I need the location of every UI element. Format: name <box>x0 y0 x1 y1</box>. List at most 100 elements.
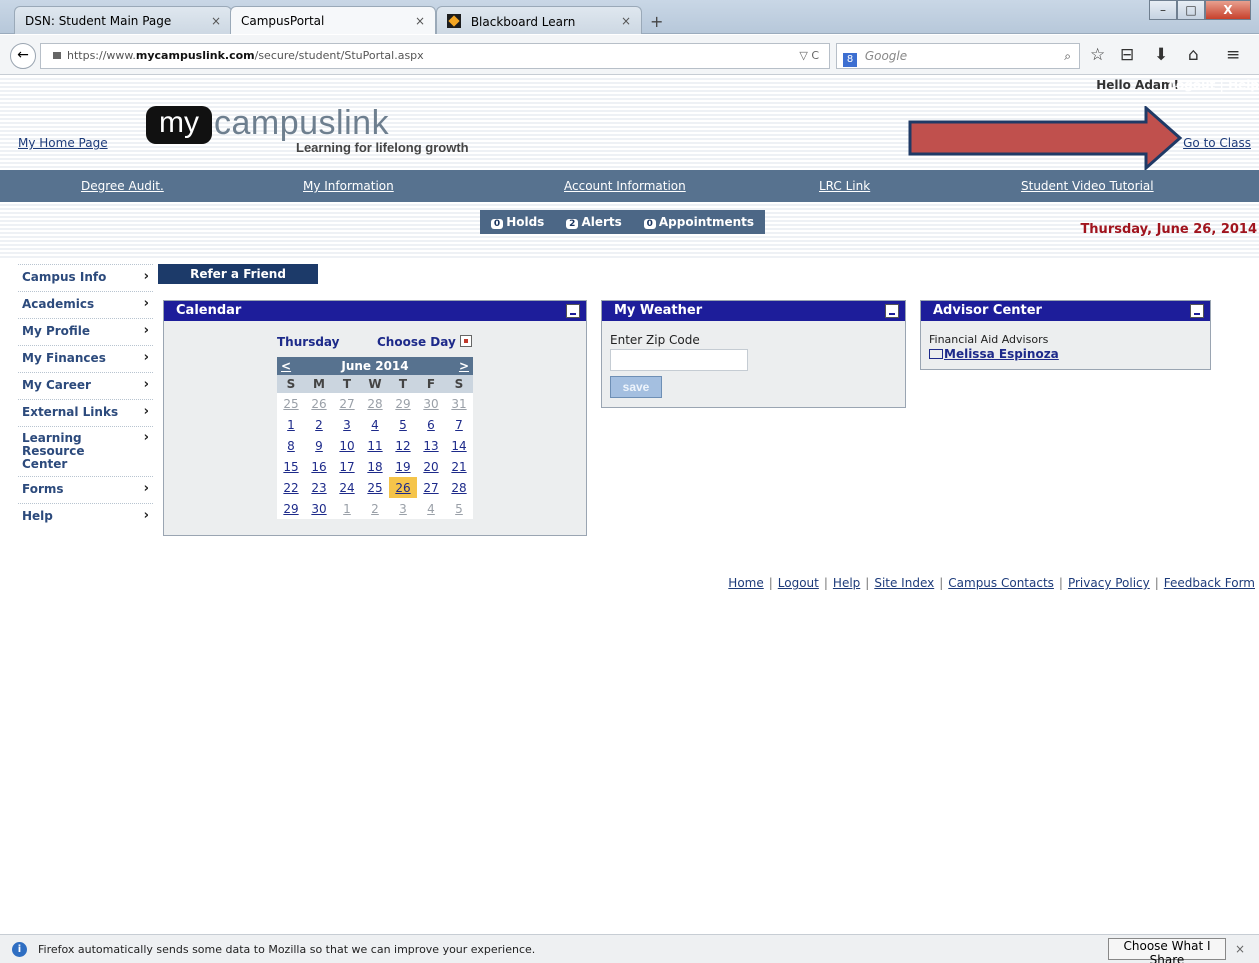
sidebar-item-learning-resource-center[interactable]: Learning Resource Center › <box>18 426 153 476</box>
calendar-day[interactable]: 4 <box>417 498 445 519</box>
tab-close-icon[interactable]: × <box>415 14 425 28</box>
footer-home-link[interactable]: Home <box>728 576 763 590</box>
footer-logout-link[interactable]: Logout <box>778 576 819 590</box>
holds-button[interactable]: 0 Holds <box>490 215 544 229</box>
nav-degree-audit[interactable]: Degree Audit. <box>81 179 164 193</box>
search-icon[interactable]: ⌕ <box>1064 44 1071 68</box>
calendar-day[interactable]: 3 <box>389 498 417 519</box>
calendar-day[interactable]: 29 <box>277 498 305 519</box>
calendar-day[interactable]: 13 <box>417 435 445 456</box>
calendar-day[interactable]: 25 <box>277 393 305 414</box>
home-icon[interactable]: ⌂ <box>1188 45 1199 65</box>
calendar-day[interactable]: 29 <box>389 393 417 414</box>
footer-help-link[interactable]: Help <box>833 576 860 590</box>
choose-day-button[interactable]: Choose Day <box>377 335 472 349</box>
tab-dsn-student-main-page[interactable]: DSN: Student Main Page × <box>14 6 232 34</box>
next-month-button[interactable]: > <box>445 357 473 375</box>
footer-privacy-policy-link[interactable]: Privacy Policy <box>1068 576 1150 590</box>
calendar-day[interactable]: 31 <box>445 393 473 414</box>
choose-what-i-share-button[interactable]: Choose What I Share <box>1108 938 1226 963</box>
save-button[interactable]: save <box>610 376 662 398</box>
reading-list-icon[interactable]: ⊟ <box>1120 45 1134 65</box>
footer-feedback-form-link[interactable]: Feedback Form <box>1164 576 1255 590</box>
calendar-day[interactable]: 16 <box>305 456 333 477</box>
appointments-button[interactable]: 0 Appointments <box>643 215 754 229</box>
calendar-day[interactable]: 8 <box>277 435 305 456</box>
menu-icon[interactable]: ≡ <box>1226 45 1240 65</box>
calendar-day[interactable]: 30 <box>417 393 445 414</box>
reload-icon[interactable]: ▽ C <box>799 44 819 68</box>
tab-campusportal[interactable]: CampusPortal × <box>230 6 436 34</box>
close-notification-icon[interactable]: × <box>1235 942 1245 956</box>
calendar-icon[interactable] <box>459 335 472 347</box>
nav-account-information[interactable]: Account Information <box>564 179 686 193</box>
calendar-day[interactable]: 10 <box>333 435 361 456</box>
tab-close-icon[interactable]: × <box>621 14 631 28</box>
minimize-panel-icon[interactable] <box>1190 304 1204 318</box>
bookmark-star-icon[interactable]: ☆ <box>1090 45 1105 65</box>
prev-month-button[interactable]: < <box>277 357 305 375</box>
calendar-day-today[interactable]: 26 <box>389 477 417 498</box>
sidebar-item-campus-info[interactable]: Campus Info › <box>18 264 153 291</box>
calendar-day[interactable]: 14 <box>445 435 473 456</box>
calendar-day[interactable]: 27 <box>333 393 361 414</box>
calendar-day[interactable]: 7 <box>445 414 473 435</box>
sidebar-item-forms[interactable]: Forms › <box>18 476 153 503</box>
calendar-day[interactable]: 2 <box>361 498 389 519</box>
calendar-day[interactable]: 25 <box>361 477 389 498</box>
advisor-email-link[interactable]: Melissa Espinoza <box>929 347 1059 361</box>
calendar-day[interactable]: 18 <box>361 456 389 477</box>
nav-student-video-tutorial[interactable]: Student Video Tutorial <box>1021 179 1154 193</box>
calendar-day[interactable]: 19 <box>389 456 417 477</box>
nav-lrc-link[interactable]: LRC Link <box>819 179 870 193</box>
search-input[interactable]: 8 Google ⌕ <box>836 43 1080 69</box>
sidebar-item-external-links[interactable]: External Links › <box>18 399 153 426</box>
calendar-day[interactable]: 28 <box>361 393 389 414</box>
calendar-day[interactable]: 5 <box>389 414 417 435</box>
sidebar-item-my-finances[interactable]: My Finances › <box>18 345 153 372</box>
calendar-day[interactable]: 1 <box>333 498 361 519</box>
sidebar-item-academics[interactable]: Academics › <box>18 291 153 318</box>
calendar-day[interactable]: 27 <box>417 477 445 498</box>
calendar-day[interactable]: 17 <box>333 456 361 477</box>
calendar-day[interactable]: 21 <box>445 456 473 477</box>
calendar-day[interactable]: 22 <box>277 477 305 498</box>
footer-campus-contacts-link[interactable]: Campus Contacts <box>948 576 1054 590</box>
calendar-day[interactable]: 28 <box>445 477 473 498</box>
my-home-page-link[interactable]: My Home Page <box>18 136 108 150</box>
calendar-day[interactable]: 4 <box>361 414 389 435</box>
go-to-class-link[interactable]: Go to Class <box>1183 136 1251 150</box>
sidebar-item-my-career[interactable]: My Career › <box>18 372 153 399</box>
calendar-day[interactable]: 3 <box>333 414 361 435</box>
maximize-icon[interactable]: □ <box>1177 0 1205 20</box>
tab-blackboard-learn[interactable]: Blackboard Learn × <box>436 6 642 34</box>
footer-site-index-link[interactable]: Site Index <box>874 576 934 590</box>
new-tab-button[interactable]: + <box>650 12 663 31</box>
sidebar-item-help[interactable]: Help › <box>18 503 153 530</box>
calendar-day[interactable]: 30 <box>305 498 333 519</box>
nav-my-information[interactable]: My Information <box>303 179 394 193</box>
calendar-day[interactable]: 23 <box>305 477 333 498</box>
calendar-day[interactable]: 5 <box>445 498 473 519</box>
zip-code-input[interactable] <box>610 349 748 371</box>
calendar-day[interactable]: 24 <box>333 477 361 498</box>
calendar-day[interactable]: 2 <box>305 414 333 435</box>
minimize-panel-icon[interactable] <box>566 304 580 318</box>
calendar-day[interactable]: 20 <box>417 456 445 477</box>
sidebar-item-my-profile[interactable]: My Profile › <box>18 318 153 345</box>
calendar-day[interactable]: 26 <box>305 393 333 414</box>
minimize-icon[interactable]: – <box>1149 0 1177 20</box>
calendar-day[interactable]: 11 <box>361 435 389 456</box>
calendar-day[interactable]: 1 <box>277 414 305 435</box>
close-window-icon[interactable]: X <box>1205 0 1251 20</box>
refer-a-friend-button[interactable]: Refer a Friend <box>158 264 318 284</box>
back-button[interactable]: ← <box>10 43 36 69</box>
logout-help-links[interactable]: Logout | Help <box>1168 78 1259 92</box>
minimize-panel-icon[interactable] <box>885 304 899 318</box>
calendar-day[interactable]: 9 <box>305 435 333 456</box>
download-icon[interactable]: ⬇ <box>1154 45 1168 65</box>
tab-close-icon[interactable]: × <box>211 14 221 28</box>
alerts-button[interactable]: 2 Alerts <box>566 215 622 229</box>
calendar-day[interactable]: 6 <box>417 414 445 435</box>
calendar-day[interactable]: 12 <box>389 435 417 456</box>
